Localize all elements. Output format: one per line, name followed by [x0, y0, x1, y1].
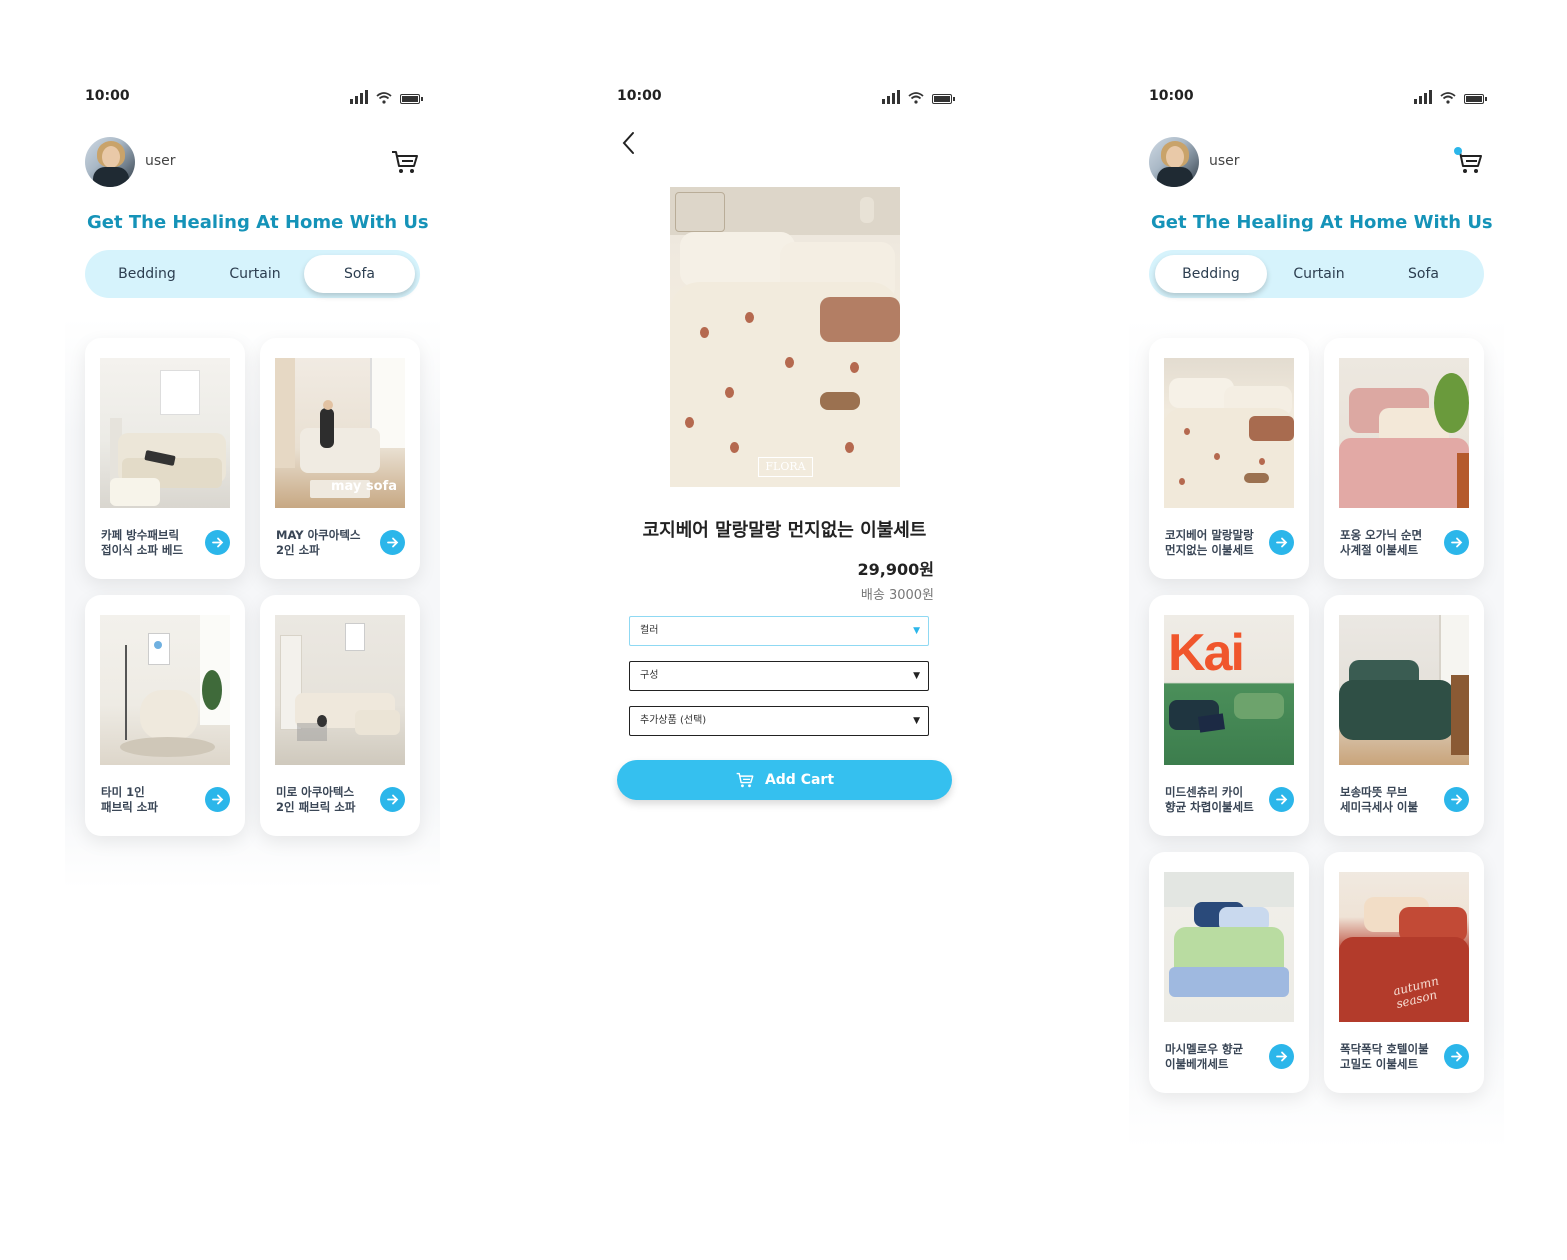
- shipping-fee: 배송 3000원: [860, 588, 934, 603]
- product-price: 29,900원: [857, 560, 934, 579]
- product-name: 포옹 오가닉 순면 사계절 이불세트: [1340, 528, 1423, 557]
- product-card[interactable]: autumn season 폭닥폭닥 호텔이불 고밀도 이불세트: [1324, 852, 1484, 1093]
- product-title: 코지베어 말랑말랑 먼지없는 이불세트: [642, 520, 927, 541]
- battery-icon: [932, 94, 955, 104]
- brand-label: FLORA: [758, 457, 813, 477]
- product-name: 마시멜로우 향균 이불베개세트: [1165, 1042, 1244, 1071]
- product-card[interactable]: Kai 미드센츄리 카이 향균 차렵이불세트: [1149, 595, 1309, 836]
- product-overlay-text: may sofa: [330, 479, 397, 494]
- avatar[interactable]: [1149, 137, 1199, 187]
- arrow-right-icon[interactable]: [1444, 1044, 1469, 1069]
- product-image: [275, 615, 405, 765]
- product-image: may sofa: [275, 358, 405, 508]
- category-tabs: Bedding Curtain Sofa: [85, 250, 420, 298]
- status-bar: 10:00: [617, 88, 955, 108]
- product-image: autumn season: [1339, 872, 1469, 1022]
- select-label: 컬러: [640, 625, 659, 636]
- username: user: [145, 153, 176, 169]
- cart-badge: [1454, 147, 1462, 155]
- arrow-right-icon[interactable]: [205, 787, 230, 812]
- wifi-icon: [376, 92, 392, 104]
- product-grid: 코지베어 말랑말랑 먼지없는 이불세트 포옹 오가닉 순면 사계절 이불세트 K…: [1129, 318, 1504, 1148]
- wifi-icon: [1440, 92, 1456, 104]
- arrow-right-icon[interactable]: [205, 530, 230, 555]
- arrow-right-icon[interactable]: [1269, 530, 1294, 555]
- product-name: MAY 아쿠아텍스 2인 소파: [276, 528, 361, 557]
- add-cart-label: Add Cart: [764, 772, 835, 788]
- product-name: 카페 방수패브릭 접이식 소파 베드: [101, 528, 184, 557]
- composition-select[interactable]: 구성 ▼: [629, 661, 929, 691]
- product-name: 미로 아쿠아텍스 2인 패브릭 소파: [276, 785, 356, 814]
- avatar[interactable]: [85, 137, 135, 187]
- product-image: [1339, 615, 1469, 765]
- product-image: [1339, 358, 1469, 508]
- product-grid: 카페 방수패브릭 접이식 소파 베드 may sofa MAY 아쿠아텍스 2인…: [65, 318, 440, 888]
- product-image: [100, 615, 230, 765]
- product-name: 폭닥폭닥 호텔이불 고밀도 이불세트: [1340, 1042, 1429, 1071]
- product-card[interactable]: 보송따뜻 무브 세미극세사 이불: [1324, 595, 1484, 836]
- back-chevron-icon[interactable]: [619, 130, 639, 156]
- signal-icon: [882, 90, 900, 104]
- status-time: 10:00: [85, 88, 130, 104]
- signal-icon: [1414, 90, 1432, 104]
- dropdown-arrow-icon: ▼: [913, 716, 920, 726]
- page-tagline: Get The Healing At Home With Us: [1151, 212, 1493, 233]
- product-card[interactable]: 미로 아쿠아텍스 2인 패브릭 소파: [260, 595, 420, 836]
- tab-sofa[interactable]: Sofa: [304, 255, 415, 293]
- arrow-right-icon[interactable]: [1269, 787, 1294, 812]
- tab-curtain[interactable]: Curtain: [201, 255, 309, 293]
- wifi-icon: [908, 92, 924, 104]
- arrow-right-icon[interactable]: [1444, 530, 1469, 555]
- tab-bedding[interactable]: Bedding: [85, 255, 209, 293]
- page-tagline: Get The Healing At Home With Us: [87, 212, 429, 233]
- product-card[interactable]: 타미 1인 패브릭 소파: [85, 595, 245, 836]
- product-image: Kai: [1164, 615, 1294, 765]
- arrow-right-icon[interactable]: [1444, 787, 1469, 812]
- product-image: [1164, 872, 1294, 1022]
- status-time: 10:00: [617, 88, 662, 104]
- select-label: 추가상품 (선택): [640, 715, 707, 726]
- cart-icon: [736, 772, 754, 788]
- product-image: [1164, 358, 1294, 508]
- signal-icon: [350, 90, 368, 104]
- status-bar: 10:00: [1149, 88, 1487, 108]
- product-hero-image: FLORA: [670, 187, 900, 487]
- tab-curtain[interactable]: Curtain: [1265, 255, 1373, 293]
- product-name: 보송따뜻 무브 세미극세사 이불: [1340, 785, 1419, 814]
- category-tabs: Bedding Curtain Sofa: [1149, 250, 1484, 298]
- battery-icon: [1464, 94, 1487, 104]
- status-time: 10:00: [1149, 88, 1194, 104]
- battery-icon: [400, 94, 423, 104]
- app-header: user: [85, 137, 420, 187]
- arrow-right-icon[interactable]: [380, 787, 405, 812]
- cart-icon[interactable]: [390, 147, 420, 177]
- product-overlay-text: Kai: [1168, 624, 1245, 682]
- addon-select[interactable]: 추가상품 (선택) ▼: [629, 706, 929, 736]
- product-card[interactable]: 마시멜로우 향균 이불베개세트: [1149, 852, 1309, 1093]
- product-card[interactable]: 코지베어 말랑말랑 먼지없는 이불세트: [1149, 338, 1309, 579]
- product-name: 미드센츄리 카이 향균 차렵이불세트: [1165, 785, 1254, 814]
- arrow-right-icon[interactable]: [380, 530, 405, 555]
- dropdown-arrow-icon: ▼: [913, 626, 920, 636]
- product-image: [100, 358, 230, 508]
- product-card[interactable]: 카페 방수패브릭 접이식 소파 베드: [85, 338, 245, 579]
- dropdown-arrow-icon: ▼: [913, 671, 920, 681]
- app-header: user: [1149, 137, 1484, 187]
- product-name: 코지베어 말랑말랑 먼지없는 이불세트: [1165, 528, 1254, 557]
- color-select[interactable]: 컬러 ▼: [629, 616, 929, 646]
- add-cart-button[interactable]: Add Cart: [617, 760, 952, 800]
- product-card[interactable]: 포옹 오가닉 순면 사계절 이불세트: [1324, 338, 1484, 579]
- product-card[interactable]: may sofa MAY 아쿠아텍스 2인 소파: [260, 338, 420, 579]
- status-bar: 10:00: [85, 88, 423, 108]
- tab-sofa[interactable]: Sofa: [1368, 255, 1479, 293]
- product-name: 타미 1인 패브릭 소파: [101, 785, 158, 814]
- arrow-right-icon[interactable]: [1269, 1044, 1294, 1069]
- tab-bedding[interactable]: Bedding: [1155, 255, 1267, 293]
- username: user: [1209, 153, 1240, 169]
- select-label: 구성: [640, 670, 659, 681]
